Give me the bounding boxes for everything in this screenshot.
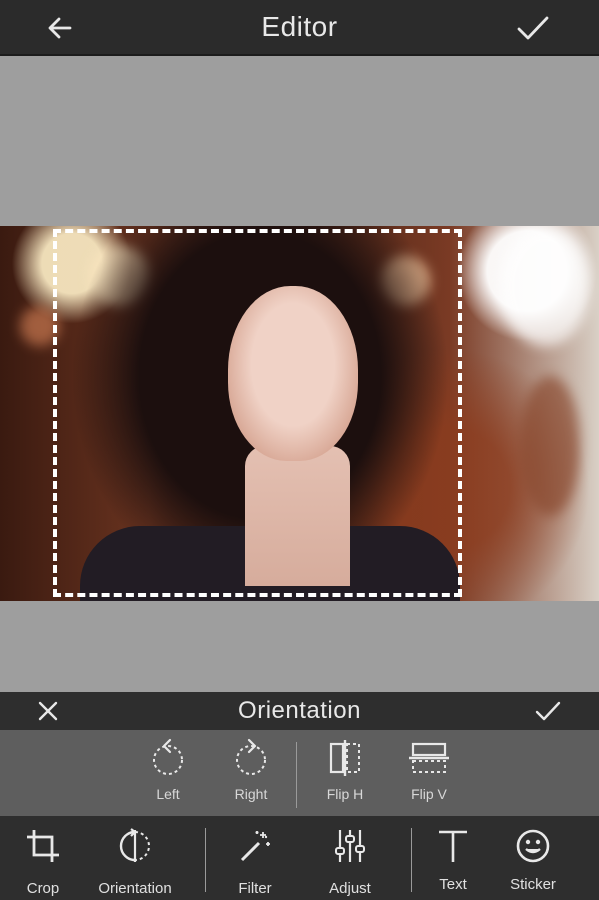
bottom-toolbar: Crop Orientation Filter Adjust Text Stic…: [0, 816, 599, 900]
divider: [205, 828, 206, 892]
tool-adjust[interactable]: Adjust: [322, 826, 378, 898]
flip-vertical-button[interactable]: Flip V: [394, 738, 464, 812]
rotate-left-icon: [153, 738, 183, 775]
rotate-right-icon: [236, 738, 266, 775]
arrow-left-icon: [48, 17, 72, 39]
tool-filter-label: Filter: [238, 880, 272, 897]
flip-horizontal-label: Flip H: [326, 786, 364, 802]
orientation-title: Orientation: [238, 697, 361, 724]
divider: [296, 742, 297, 808]
editor-canvas: [0, 56, 599, 692]
orientation-icon: [119, 828, 150, 862]
divider: [411, 828, 412, 892]
rotate-right-label: Right: [234, 786, 268, 802]
cancel-button[interactable]: [33, 696, 63, 726]
apply-button[interactable]: [533, 696, 563, 726]
flip-horizontal-button[interactable]: Flip H: [310, 738, 380, 812]
magic-wand-icon: [240, 831, 270, 862]
tool-adjust-label: Adjust: [329, 880, 371, 897]
check-icon: [517, 16, 549, 40]
crop-icon: [27, 830, 59, 862]
tool-filter[interactable]: Filter: [230, 826, 280, 898]
rotate-left-button[interactable]: Left: [133, 738, 203, 812]
flip-vertical-label: Flip V: [411, 786, 447, 802]
smiley-icon: [516, 829, 550, 863]
tool-sticker[interactable]: Sticker: [504, 826, 562, 898]
flip-vertical-icon: [409, 742, 449, 773]
done-button[interactable]: [513, 8, 553, 48]
tool-crop[interactable]: Crop: [18, 826, 68, 898]
top-app-bar: Editor: [0, 0, 599, 56]
orientation-header: Orientation: [0, 692, 599, 730]
tool-orientation-label: Orientation: [98, 880, 172, 897]
tool-orientation[interactable]: Orientation: [92, 826, 178, 898]
back-button[interactable]: [40, 8, 80, 48]
orientation-tools: Left Right Flip H Flip V: [0, 730, 599, 816]
tool-text-label: Text: [439, 876, 467, 893]
crop-frame[interactable]: [53, 229, 462, 597]
rotate-left-label: Left: [156, 786, 180, 802]
check-icon: [535, 701, 561, 721]
rotate-right-button[interactable]: Right: [216, 738, 286, 812]
page-title: Editor: [261, 11, 338, 42]
tool-sticker-label: Sticker: [510, 876, 556, 893]
text-icon: [439, 830, 467, 862]
flip-horizontal-icon: [329, 740, 360, 776]
tool-crop-label: Crop: [26, 880, 60, 897]
sliders-icon: [335, 830, 365, 862]
close-icon: [38, 701, 58, 721]
tool-text[interactable]: Text: [430, 826, 476, 898]
